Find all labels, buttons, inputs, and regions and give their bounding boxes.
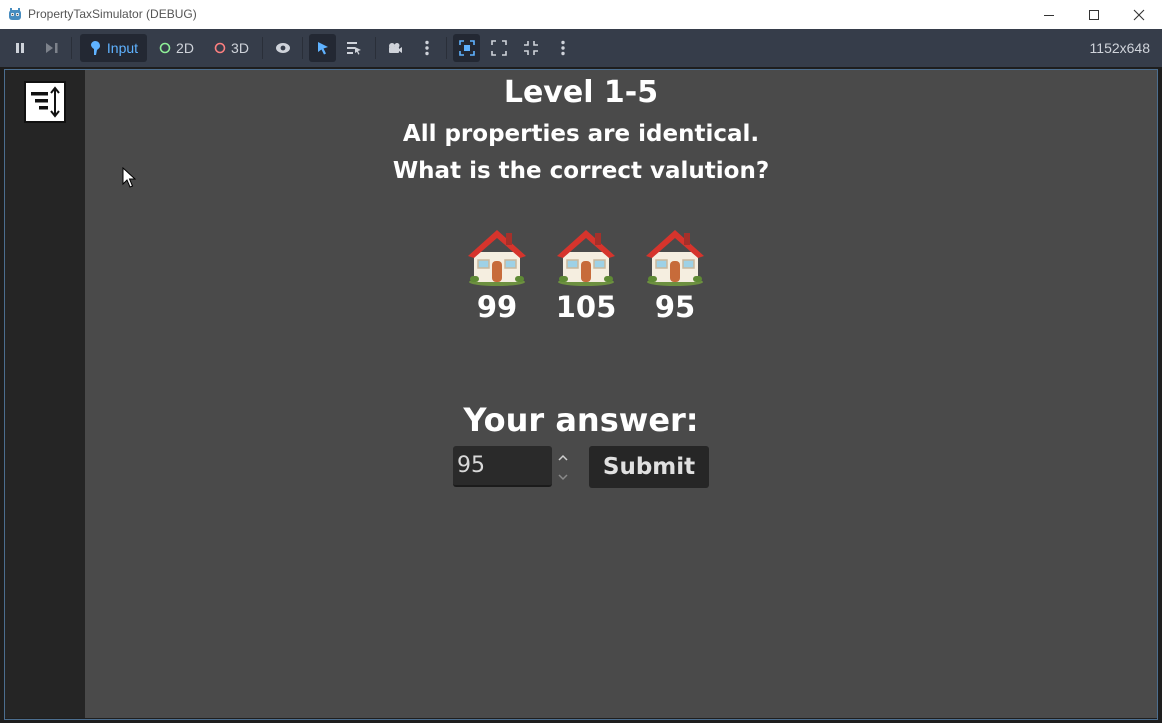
select-tool-button[interactable]: [309, 34, 336, 62]
mode-2d-button[interactable]: 2D: [153, 34, 199, 62]
property-value: 99: [476, 290, 518, 324]
mode-2d-label: 2D: [176, 40, 194, 56]
mode-3d-button[interactable]: 3D: [207, 34, 255, 62]
house-icon: [557, 230, 615, 286]
2d-circle-icon: [159, 42, 171, 54]
3d-circle-icon: [214, 42, 226, 54]
window-title: PropertyTaxSimulator (DEBUG): [28, 7, 197, 21]
house-icon: [646, 230, 704, 286]
level-title: Level 1-5: [503, 75, 659, 110]
next-frame-button[interactable]: [40, 34, 64, 62]
maximize-button[interactable]: [1071, 0, 1117, 29]
godot-app-icon: [9, 8, 21, 20]
pointer-arrow-icon: [317, 42, 328, 55]
chevron-down-icon[interactable]: [558, 474, 568, 481]
kebab-menu-icon: [561, 40, 565, 56]
input-hand-icon: [90, 41, 100, 55]
fullscreen-button[interactable]: [486, 34, 512, 62]
input-mode-button[interactable]: Input: [80, 34, 147, 62]
focus-frame-icon: [458, 40, 475, 56]
mode-3d-label: 3D: [231, 40, 249, 56]
property-value: 105: [555, 290, 617, 324]
spinbox-stepper[interactable]: [556, 448, 570, 486]
maximize-icon: [1089, 9, 1099, 20]
side-panel: [5, 70, 85, 718]
camera-override-button[interactable]: [382, 34, 408, 62]
visibility-button[interactable]: [270, 34, 296, 62]
property-value: 95: [654, 290, 696, 324]
viewport-resolution: 1152x648: [1089, 40, 1150, 56]
menu-toggle-button[interactable]: [24, 81, 66, 123]
input-mode-label: Input: [106, 40, 139, 56]
answer-input[interactable]: [453, 446, 552, 487]
submit-button[interactable]: Submit: [589, 446, 709, 488]
sort-menu-icon: [31, 86, 60, 118]
instruction-line-2: What is the correct valution?: [392, 158, 770, 184]
list-select-button[interactable]: [341, 34, 367, 62]
eye-icon: [276, 43, 290, 53]
house-icon: [468, 230, 526, 286]
camera-options-button[interactable]: [415, 34, 439, 62]
step-forward-icon: [46, 43, 58, 53]
game-viewport[interactable]: Level 1-5 All properties are identical. …: [5, 70, 1157, 718]
close-icon: [1133, 9, 1145, 20]
camera-icon: [389, 43, 402, 53]
minimize-button[interactable]: [1026, 0, 1072, 29]
pause-button[interactable]: [8, 34, 32, 62]
pause-icon: [16, 43, 24, 53]
chevron-up-icon[interactable]: [558, 454, 568, 461]
kebab-menu-icon: [425, 40, 429, 56]
close-button[interactable]: [1116, 0, 1162, 29]
minimize-icon: [1044, 14, 1054, 16]
view-options-button[interactable]: [551, 34, 575, 62]
aspect-ratio-icon: [524, 41, 538, 55]
window-titlebar: PropertyTaxSimulator (DEBUG): [0, 0, 1162, 29]
keep-aspect-button[interactable]: [518, 34, 544, 62]
answer-label: Your answer:: [463, 401, 699, 439]
debug-toolbar: Input 2D 3D 1152x648: [0, 29, 1162, 67]
instruction-line-1: All properties are identical.: [402, 121, 760, 147]
embed-focus-button[interactable]: [453, 34, 480, 62]
expand-icon: [491, 40, 507, 56]
list-select-icon: [347, 42, 361, 55]
